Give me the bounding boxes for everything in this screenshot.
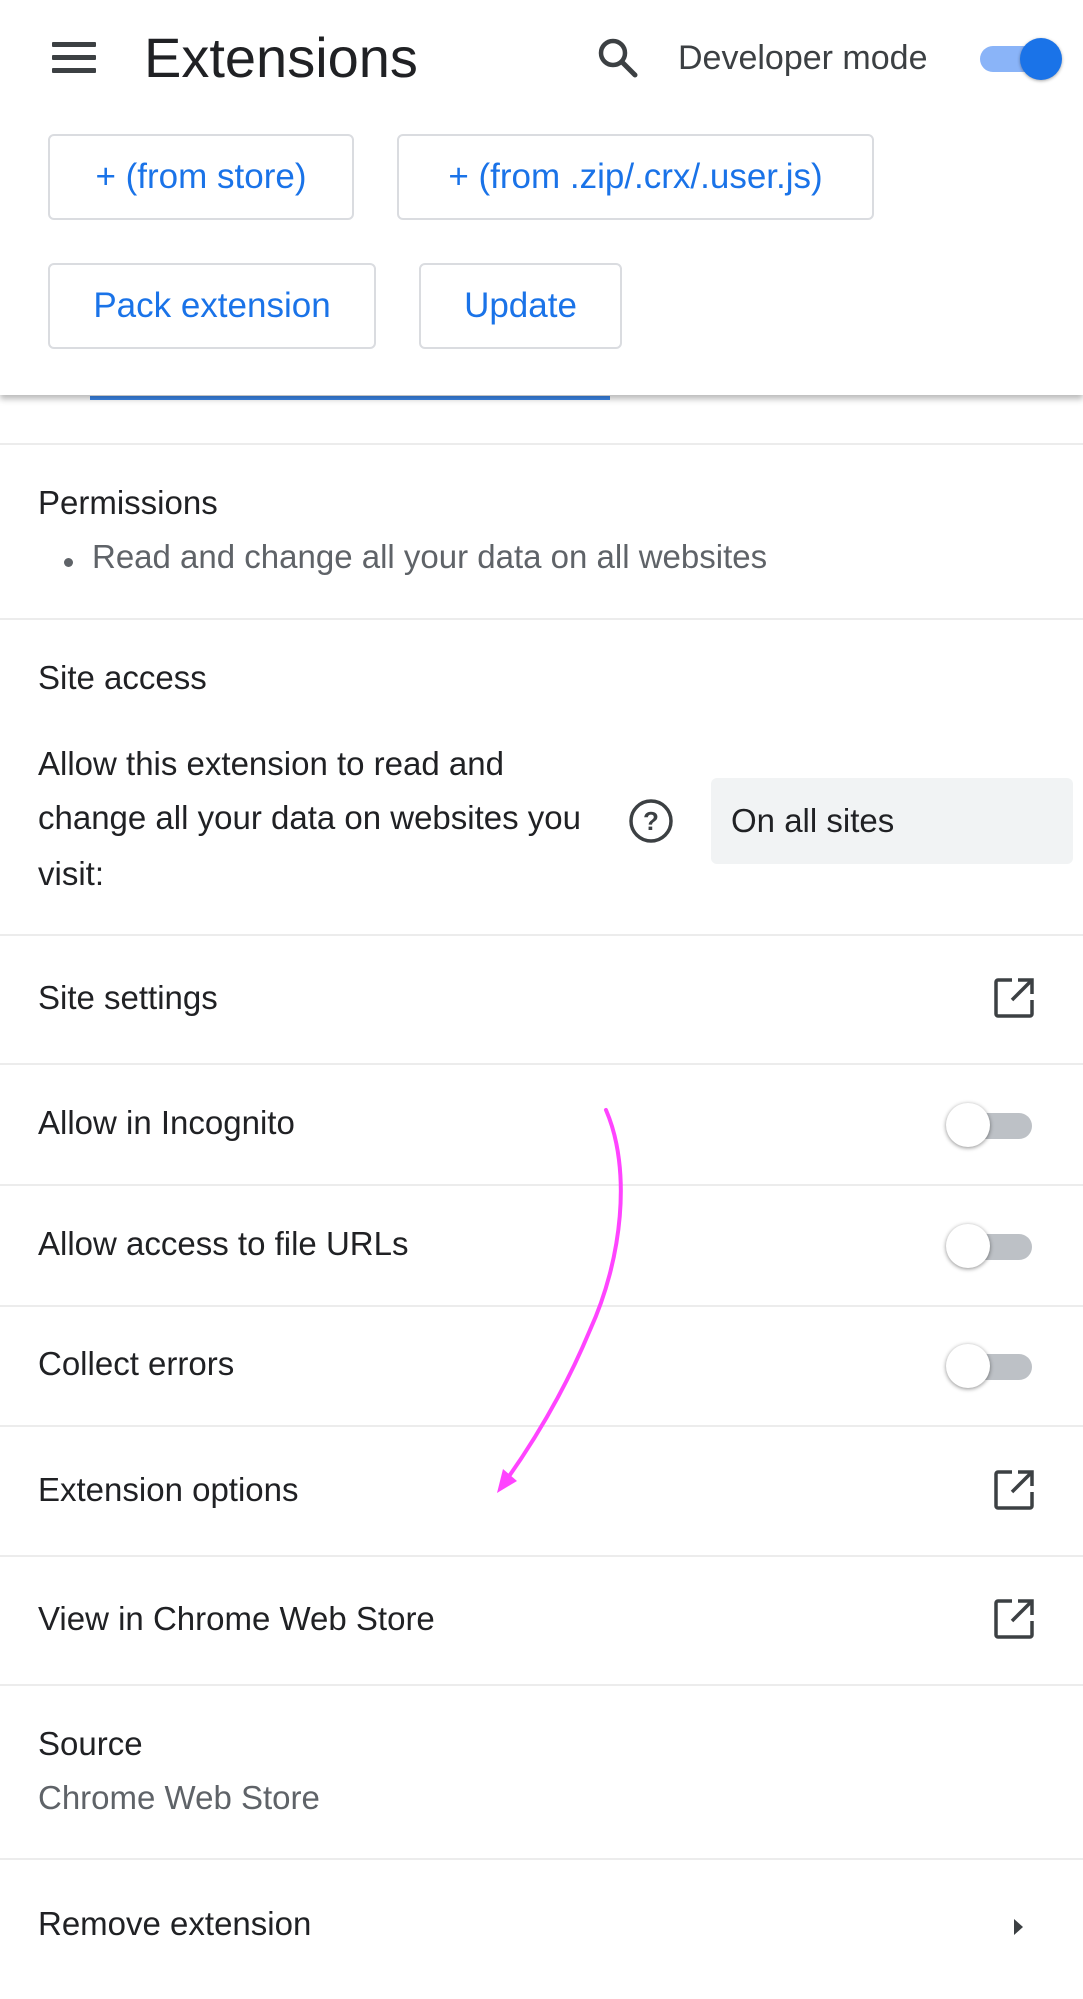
permission-item: Read and change all your data on all web… — [92, 538, 768, 575]
help-icon[interactable]: ? — [628, 798, 674, 844]
divider — [0, 1425, 1083, 1427]
view-in-store-label[interactable]: View in Chrome Web Store — [38, 1597, 435, 1641]
extension-options-label[interactable]: Extension options — [38, 1468, 299, 1512]
permissions-label: Permissions — [38, 484, 218, 521]
divider — [0, 1184, 1083, 1186]
chevron-right-icon[interactable] — [1006, 1912, 1030, 1942]
add-from-store-button[interactable]: + (from store) — [48, 134, 354, 220]
open-in-new-icon[interactable] — [992, 1597, 1036, 1641]
allow-incognito-toggle[interactable] — [946, 1099, 1036, 1151]
allow-file-urls-toggle[interactable] — [946, 1220, 1036, 1272]
developer-mode-label: Developer mode — [678, 39, 928, 77]
divider — [0, 1684, 1083, 1686]
remove-extension-label[interactable]: Remove extension — [38, 1902, 311, 1946]
collect-errors-toggle[interactable] — [946, 1340, 1036, 1392]
divider — [0, 1305, 1083, 1307]
search-icon[interactable] — [596, 36, 640, 80]
source-label: Source — [38, 1725, 143, 1762]
bullet — [64, 558, 73, 567]
page-title: Extensions — [144, 26, 418, 89]
divider — [0, 618, 1083, 620]
site-access-description-line: change all your data on websites you — [38, 799, 582, 836]
site-access-description-line: Allow this extension to read and — [38, 745, 504, 782]
collect-errors-label: Collect errors — [38, 1345, 235, 1382]
partially-hidden-link[interactable] — [90, 396, 610, 400]
extensions-header: Extensions Developer mode + (from store)… — [0, 0, 1083, 395]
site-access-select[interactable]: On all sites — [711, 778, 1073, 864]
menu-icon[interactable] — [50, 38, 98, 78]
divider — [0, 1555, 1083, 1557]
allow-incognito-label: Allow in Incognito — [38, 1104, 295, 1141]
divider — [0, 1063, 1083, 1065]
site-access-label: Site access — [38, 659, 207, 696]
svg-text:?: ? — [643, 806, 659, 836]
source-value: Chrome Web Store — [38, 1779, 320, 1816]
site-access-description-line: visit: — [38, 855, 104, 892]
open-in-new-icon[interactable] — [992, 1468, 1036, 1512]
site-settings-label: Site settings — [38, 979, 218, 1016]
divider — [0, 443, 1083, 445]
pack-extension-button[interactable]: Pack extension — [48, 263, 376, 349]
allow-file-urls-label: Allow access to file URLs — [38, 1225, 409, 1262]
divider — [0, 1858, 1083, 1860]
open-in-new-icon[interactable] — [992, 976, 1036, 1020]
developer-mode-toggle[interactable] — [980, 36, 1064, 82]
add-from-file-button[interactable]: + (from .zip/.crx/.user.js) — [397, 134, 874, 220]
update-button[interactable]: Update — [419, 263, 622, 349]
divider — [0, 934, 1083, 936]
